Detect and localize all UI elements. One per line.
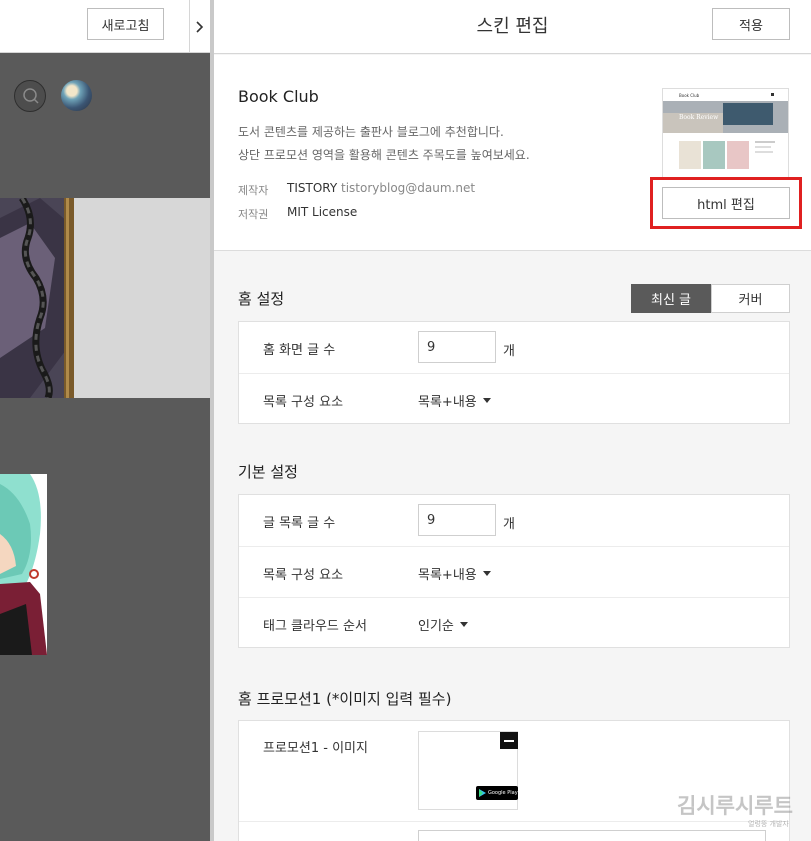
license-value: MIT License	[287, 205, 358, 219]
skin-name: Book Club	[238, 87, 319, 106]
skin-info-card: Book Club 도서 콘텐츠를 제공하는 출판사 블로그에 추천합니다. 상…	[214, 55, 811, 251]
skin-thumbnail: Book Club Book Review	[662, 88, 789, 178]
minus-icon	[504, 739, 514, 742]
list-post-count-unit: 개	[503, 517, 515, 532]
dropdown-value: 목록+내용	[418, 395, 477, 410]
home-settings-panel: 홈 화면 글 수 개 목록 구성 요소 목록+내용	[238, 321, 790, 424]
promotion1-panel: 프로모션1 - 이미지 Google Play	[238, 720, 790, 841]
watermark-text: 김시루시루트	[677, 794, 793, 818]
editor-header: 스킨 편집 적용	[214, 0, 811, 54]
promotion1-title: 홈 프로모션1 (*이미지 입력 필수)	[238, 690, 452, 708]
tab-cover[interactable]: 커버	[711, 284, 790, 313]
caret-down-icon	[482, 571, 491, 576]
promotion1-text-input[interactable]	[418, 830, 766, 841]
preview-toolbar: 새로고침	[0, 0, 210, 53]
basic-settings-panel: 글 목록 글 수 개 목록 구성 요소 목록+내용 태그 클라우드 순서 인기순	[238, 494, 790, 648]
settings-row: 목록 구성 요소 목록+내용	[239, 373, 789, 424]
thumbnail-banner: Book Review	[679, 114, 719, 121]
caret-down-icon	[482, 398, 491, 403]
home-list-elements-label: 목록 구성 요소	[263, 395, 344, 410]
home-list-elements-dropdown[interactable]: 목록+내용	[418, 391, 491, 410]
skin-description-line1: 도서 콘텐츠를 제공하는 출판사 블로그에 추천합니다.	[238, 125, 504, 139]
google-play-badge: Google Play	[476, 786, 518, 800]
promotion1-image-upload[interactable]: Google Play	[418, 731, 518, 810]
tag-cloud-order-label: 태그 클라우드 순서	[263, 619, 367, 634]
author-email: tistoryblog@daum.net	[341, 181, 476, 195]
home-post-count-input[interactable]	[418, 331, 496, 363]
home-post-count-label: 홈 화면 글 수	[263, 343, 336, 358]
preview-search-button[interactable]	[14, 80, 46, 112]
skin-editor-pane: 스킨 편집 적용 Book Club 도서 콘텐츠를 제공하는 출판사 블로그에…	[214, 0, 811, 841]
remove-image-button[interactable]	[500, 732, 518, 749]
list-post-count-label: 글 목록 글 수	[263, 516, 336, 531]
settings-row: 목록 구성 요소 목록+내용	[239, 546, 789, 597]
list-elements-dropdown[interactable]: 목록+내용	[418, 564, 491, 583]
home-post-count-unit: 개	[503, 344, 515, 359]
tab-latest-posts[interactable]: 최신 글	[631, 284, 711, 313]
play-store-icon	[479, 789, 486, 797]
settings-row: 홈 화면 글 수 개	[239, 322, 789, 373]
search-icon	[23, 88, 39, 104]
list-post-count-input[interactable]	[418, 504, 496, 536]
caret-down-icon	[459, 622, 468, 627]
blog-preview-pane: 새로고침	[0, 0, 210, 841]
list-elements-label: 목록 구성 요소	[263, 568, 344, 583]
license-label: 저작권	[238, 208, 269, 221]
author-name: TISTORY	[287, 181, 338, 195]
author-value: TISTORY tistoryblog@daum.net	[287, 181, 475, 195]
tag-cloud-order-dropdown[interactable]: 인기순	[418, 615, 468, 634]
promotion1-image-label: 프로모션1 - 이미지	[263, 741, 368, 756]
refresh-button[interactable]: 새로고침	[87, 8, 164, 40]
html-edit-button[interactable]: html 편집	[662, 187, 790, 219]
settings-row: 글 목록 글 수 개	[239, 495, 789, 546]
collapse-preview-button[interactable]	[189, 0, 210, 53]
preview-artwork-image	[0, 198, 210, 398]
chevron-right-icon	[196, 20, 204, 33]
settings-row: 태그 클라우드 순서 인기순	[239, 597, 789, 648]
watermark-subtext: 얼렁뚱 개발자	[748, 820, 789, 828]
author-label: 제작자	[238, 184, 269, 197]
skin-description-line2: 상단 프로모션 영역을 활용해 콘텐츠 주목도를 높여보세요.	[238, 148, 530, 162]
badge-text: Google Play	[488, 790, 518, 796]
thumbnail-title: Book Club	[679, 93, 700, 98]
apply-button[interactable]: 적용	[712, 8, 790, 40]
dropdown-value: 인기순	[418, 619, 454, 634]
dropdown-value: 목록+내용	[418, 568, 477, 583]
basic-settings-title: 기본 설정	[238, 463, 298, 481]
blog-avatar[interactable]	[61, 80, 92, 111]
preview-character-image	[0, 474, 47, 655]
settings-row	[239, 821, 789, 841]
home-settings-title: 홈 설정	[238, 290, 285, 308]
